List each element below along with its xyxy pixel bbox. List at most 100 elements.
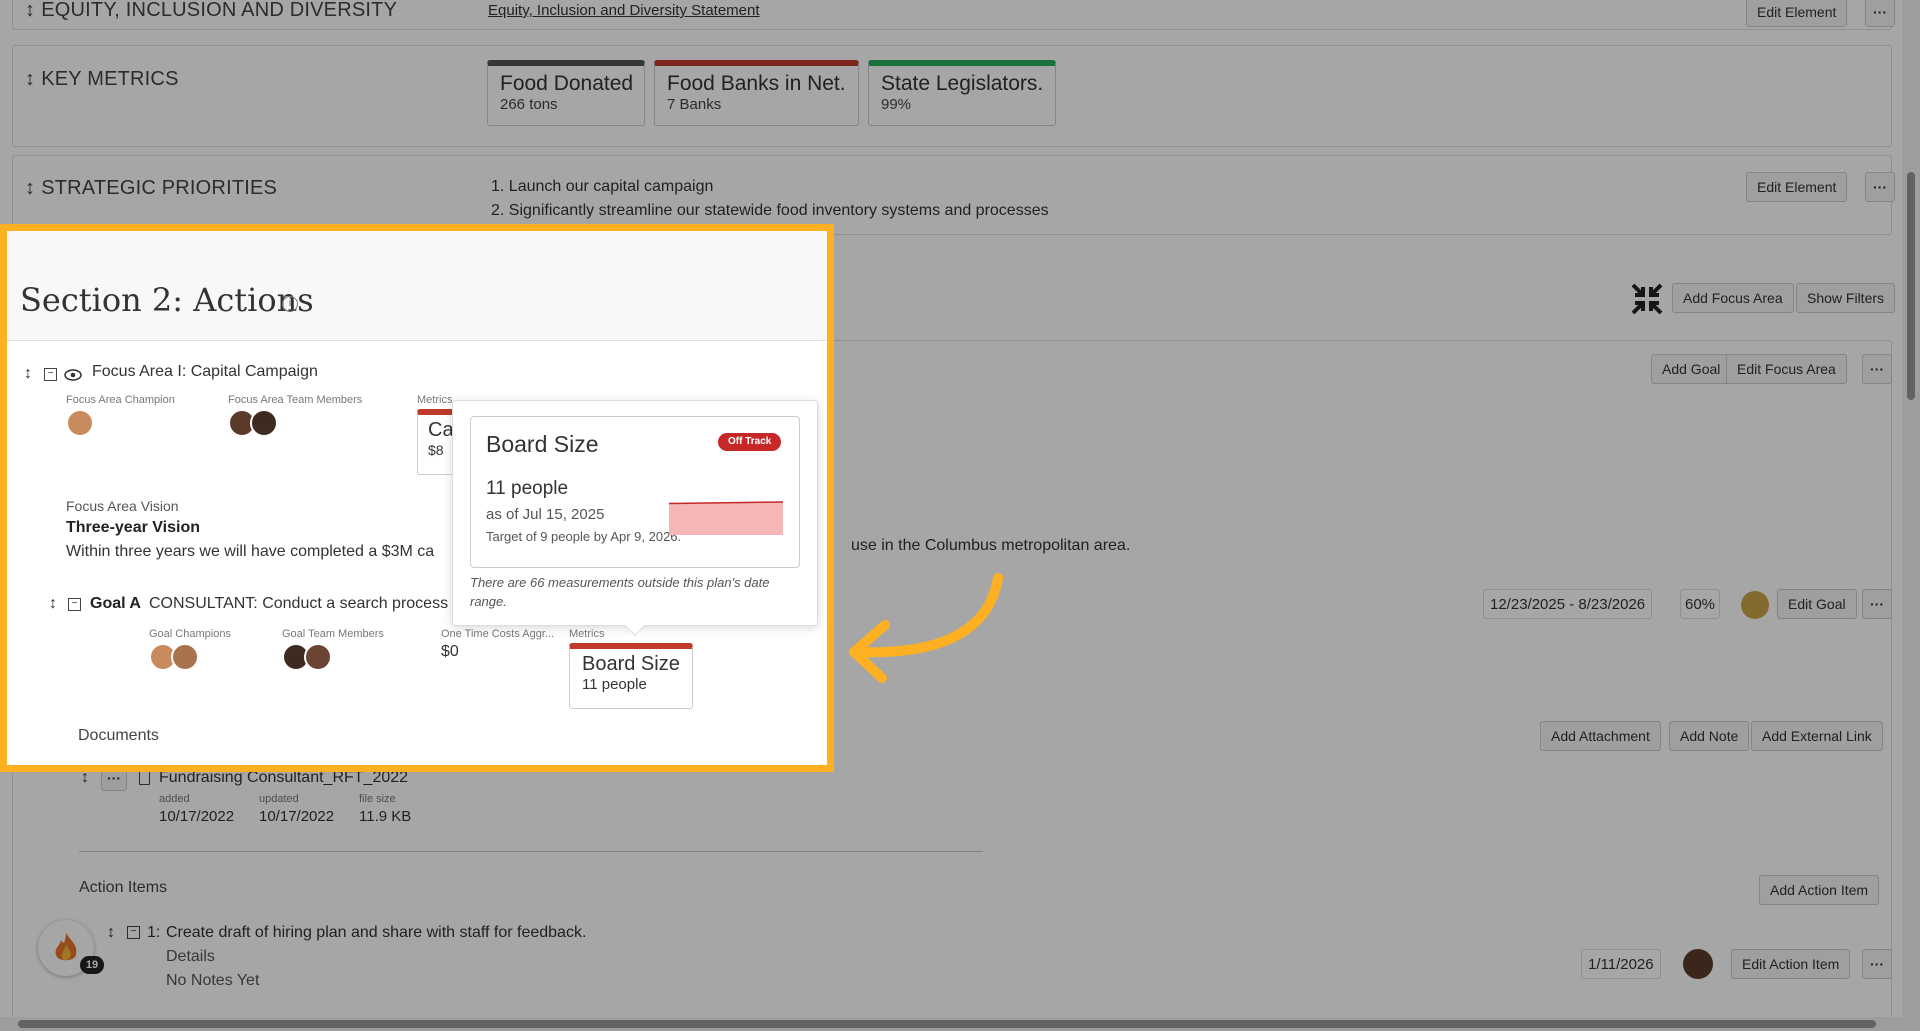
focus-area-vision-label: Focus Area Vision [66, 498, 179, 514]
goal-status-indicator[interactable] [1741, 591, 1769, 619]
drag-handle-icon[interactable]: ↕ [49, 595, 57, 613]
priority-item: 1. Launch our capital campaign [491, 178, 714, 195]
avatar [66, 409, 94, 437]
drag-handle-icon[interactable]: ↕ [25, 177, 35, 199]
add-external-link-button[interactable]: Add External Link [1751, 721, 1883, 751]
arrow-annotation-icon [849, 573, 1003, 683]
focus-area-team-label: Focus Area Team Members [228, 394, 363, 406]
eye-icon[interactable] [64, 368, 82, 381]
popover-title: Board Size [486, 431, 599, 457]
more-menu-button[interactable]: ··· [1865, 172, 1895, 202]
vision-text-continued: use in the Columbus metropolitan area. [851, 537, 1131, 554]
metric-popover-card: Board Size Off Track 11 people as of Jul… [470, 416, 800, 568]
costs-value: $0 [441, 643, 459, 660]
add-attachment-button[interactable]: Add Attachment [1540, 721, 1661, 751]
metric-tile-title: State Legislators... [881, 72, 1043, 95]
metric-tile-value: 266 tons [500, 96, 558, 113]
goal-percent: 60% [1680, 589, 1721, 619]
vision-title: Three-year Vision [66, 519, 200, 536]
goal-metrics-label: Metrics [569, 628, 605, 640]
sparkline-chart [669, 501, 783, 535]
more-menu-button[interactable]: ··· [1865, 0, 1895, 27]
edit-action-item-button[interactable]: Edit Action Item [1731, 949, 1851, 979]
goal-date-range[interactable]: 12/23/2025 - 8/23/2026 [1483, 589, 1653, 619]
focus-area-title[interactable]: Focus Area I: Capital Campaign [92, 363, 318, 381]
popover-target: Target of 9 people by Apr 9, 2026. [486, 529, 682, 544]
vertical-scrollbar[interactable] [1902, 0, 1920, 1031]
metric-tile-title: Food Banks in Net... [667, 72, 846, 95]
drag-handle-icon[interactable]: ↕ [25, 68, 35, 90]
add-focus-area-button[interactable]: Add Focus Area [1672, 283, 1794, 313]
equity-card: ↕ EQUITY, INCLUSION AND DIVERSITY Equity,… [12, 0, 1895, 30]
metric-tile-title: Board Size [582, 653, 680, 675]
more-menu-button[interactable]: ··· [1862, 589, 1892, 619]
action-item-text[interactable]: Create draft of hiring plan and share wi… [166, 924, 586, 942]
goal-text[interactable]: CONSULTANT: Conduct a search process [149, 595, 448, 613]
avatar [250, 409, 278, 437]
key-metrics-title: ↕ KEY METRICS [25, 68, 179, 90]
divider [79, 851, 983, 852]
metric-tile-title: Food Donated [500, 72, 632, 95]
action-item-notes: No Notes Yet [166, 972, 260, 989]
metric-tile-value: 11 people [582, 676, 647, 693]
scrollbar-thumb[interactable] [18, 1020, 1876, 1028]
metric-tile-food-donated[interactable]: Food Donated 266 tons [487, 60, 645, 126]
info-icon[interactable]: i [282, 296, 298, 312]
file-size: 11.9 KB [359, 808, 412, 825]
action-item-date[interactable]: 1/11/2026 [1581, 949, 1661, 979]
add-note-button[interactable]: Add Note [1669, 721, 1750, 751]
action-items-title: Action Items [79, 879, 168, 896]
strategic-priorities-title: ↕ STRATEGIC PRIORITIES [25, 177, 278, 199]
avatar [1683, 949, 1713, 979]
status-badge: Off Track [718, 433, 782, 451]
drag-handle-icon[interactable]: ↕ [25, 0, 35, 21]
file-size-label: file size [359, 793, 396, 805]
popover-as-of: as of Jul 15, 2025 [486, 506, 605, 523]
key-metrics-card: ↕ KEY METRICS Food Donated 266 tons Food … [12, 45, 1892, 147]
metric-tile-board-size[interactable]: Board Size 11 people [569, 643, 693, 709]
edit-element-button[interactable]: Edit Element [1746, 172, 1848, 202]
edit-goal-button[interactable]: Edit Goal [1777, 589, 1857, 619]
metric-tile-food-banks[interactable]: Food Banks in Net... 7 Banks [654, 60, 859, 126]
strategic-priorities-card: ↕ STRATEGIC PRIORITIES 1. Launch our capi… [12, 155, 1895, 235]
equity-title[interactable]: ↕ EQUITY, INCLUSION AND DIVERSITY [25, 0, 397, 22]
collapse-toggle-icon[interactable]: − [44, 368, 57, 381]
popover-value: 11 people [486, 478, 569, 499]
equity-statement-link[interactable]: Equity, Inclusion and Diversity Statemen… [488, 2, 760, 19]
updated-label: updated [259, 793, 299, 805]
metric-tile-value: 99% [881, 96, 912, 113]
drag-handle-icon[interactable]: ↕ [24, 365, 32, 383]
fire-badge-icon[interactable]: 19 [38, 920, 104, 976]
drag-handle-icon[interactable]: ↕ [107, 924, 115, 942]
goal-team-label: Goal Team Members [282, 628, 384, 640]
goal-champions-label: Goal Champions [149, 628, 231, 640]
action-item-index: 1: [147, 924, 161, 941]
collapse-toggle-icon[interactable]: − [68, 598, 81, 611]
vision-text: Within three years we will have complete… [66, 543, 435, 560]
more-menu-button[interactable]: ··· [1862, 354, 1892, 384]
metrics-label: Metrics [417, 394, 453, 406]
popover-note: There are 66 measurements outside this p… [470, 575, 770, 609]
more-menu-button[interactable]: ··· [1862, 949, 1892, 979]
notification-count-badge: 19 [80, 956, 104, 974]
priority-item: 2. Significantly streamline our statewid… [491, 202, 1049, 219]
costs-label: One Time Costs Aggr... [441, 628, 555, 640]
horizontal-scrollbar[interactable] [0, 1017, 1902, 1031]
collapse-toggle-icon[interactable]: − [127, 926, 140, 939]
edit-focus-area-button[interactable]: Edit Focus Area [1726, 354, 1847, 384]
metric-popover: Board Size Off Track 11 people as of Jul… [452, 400, 818, 636]
show-filters-button[interactable]: Show Filters [1796, 283, 1896, 313]
collapse-all-icon[interactable] [1630, 282, 1664, 316]
added-label: added [159, 793, 190, 805]
metric-tile-value: 7 Banks [667, 96, 722, 113]
edit-element-button[interactable]: Edit Element [1746, 0, 1848, 27]
scrollbar-thumb[interactable] [1907, 172, 1915, 400]
metric-tile-state-legislators[interactable]: State Legislators... 99% [868, 60, 1056, 126]
app-page: ↕ EQUITY, INCLUSION AND DIVERSITY Equity,… [0, 0, 1920, 1031]
focus-area-champion-label: Focus Area Champion [66, 394, 175, 406]
section-title: Section 2: Actions [20, 281, 314, 319]
action-item-details[interactable]: Details [166, 948, 215, 966]
add-goal-button[interactable]: Add Goal [1651, 354, 1732, 384]
goal-label: Goal A [90, 595, 141, 612]
add-action-item-button[interactable]: Add Action Item [1759, 875, 1880, 905]
